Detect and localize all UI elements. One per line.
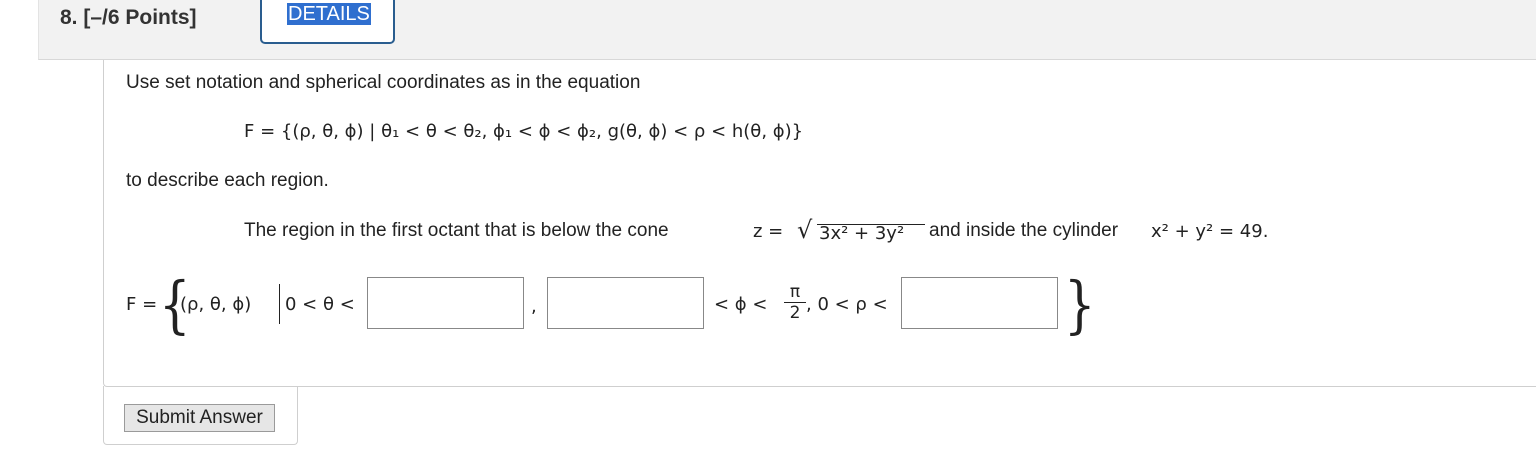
cylinder-equation: x² + y² = 49. — [1151, 221, 1269, 242]
region-text-before: The region in the first octant that is b… — [244, 220, 669, 241]
details-button[interactable]: DETAILS — [260, 0, 395, 44]
points-label: [–/6 Points] — [83, 6, 197, 29]
rho-upper-input[interactable] — [901, 277, 1058, 329]
details-label: DETAILS — [287, 3, 371, 25]
sqrt-icon: √ — [797, 216, 813, 244]
region-text-after: and inside the cylinder — [929, 220, 1119, 241]
comma-separator: , — [531, 296, 537, 317]
set-equation: F = {(ρ, θ, ϕ) | θ₁ < θ < θ₂, ϕ₁ < ϕ < ϕ… — [244, 121, 804, 142]
theta-upper-input[interactable] — [367, 277, 524, 329]
phi-lower-input[interactable] — [547, 277, 704, 329]
question-number: 8. [–/6 Points] — [60, 6, 197, 29]
right-brace-icon: } — [1063, 268, 1096, 341]
instruction-text: to describe each region. — [126, 170, 329, 191]
submit-answer-button[interactable]: Submit Answer — [124, 404, 275, 432]
pi-denominator: 2 — [784, 302, 806, 323]
cone-radicand: 3x² + 3y² — [819, 223, 905, 244]
phi-middle: < ϕ < — [714, 294, 768, 315]
pi-numerator: π — [789, 282, 801, 302]
pi-over-two: π 2 — [784, 282, 806, 323]
tuple-label: (ρ, θ, ϕ) — [180, 294, 252, 315]
cone-lhs: z = — [753, 221, 784, 242]
theta-bounds: 0 < θ < — [285, 294, 355, 315]
rho-bounds: , 0 < ρ < — [806, 294, 888, 315]
such-that-bar — [279, 284, 280, 324]
f-equals: F = — [126, 294, 158, 315]
intro-text: Use set notation and spherical coordinat… — [126, 72, 641, 93]
